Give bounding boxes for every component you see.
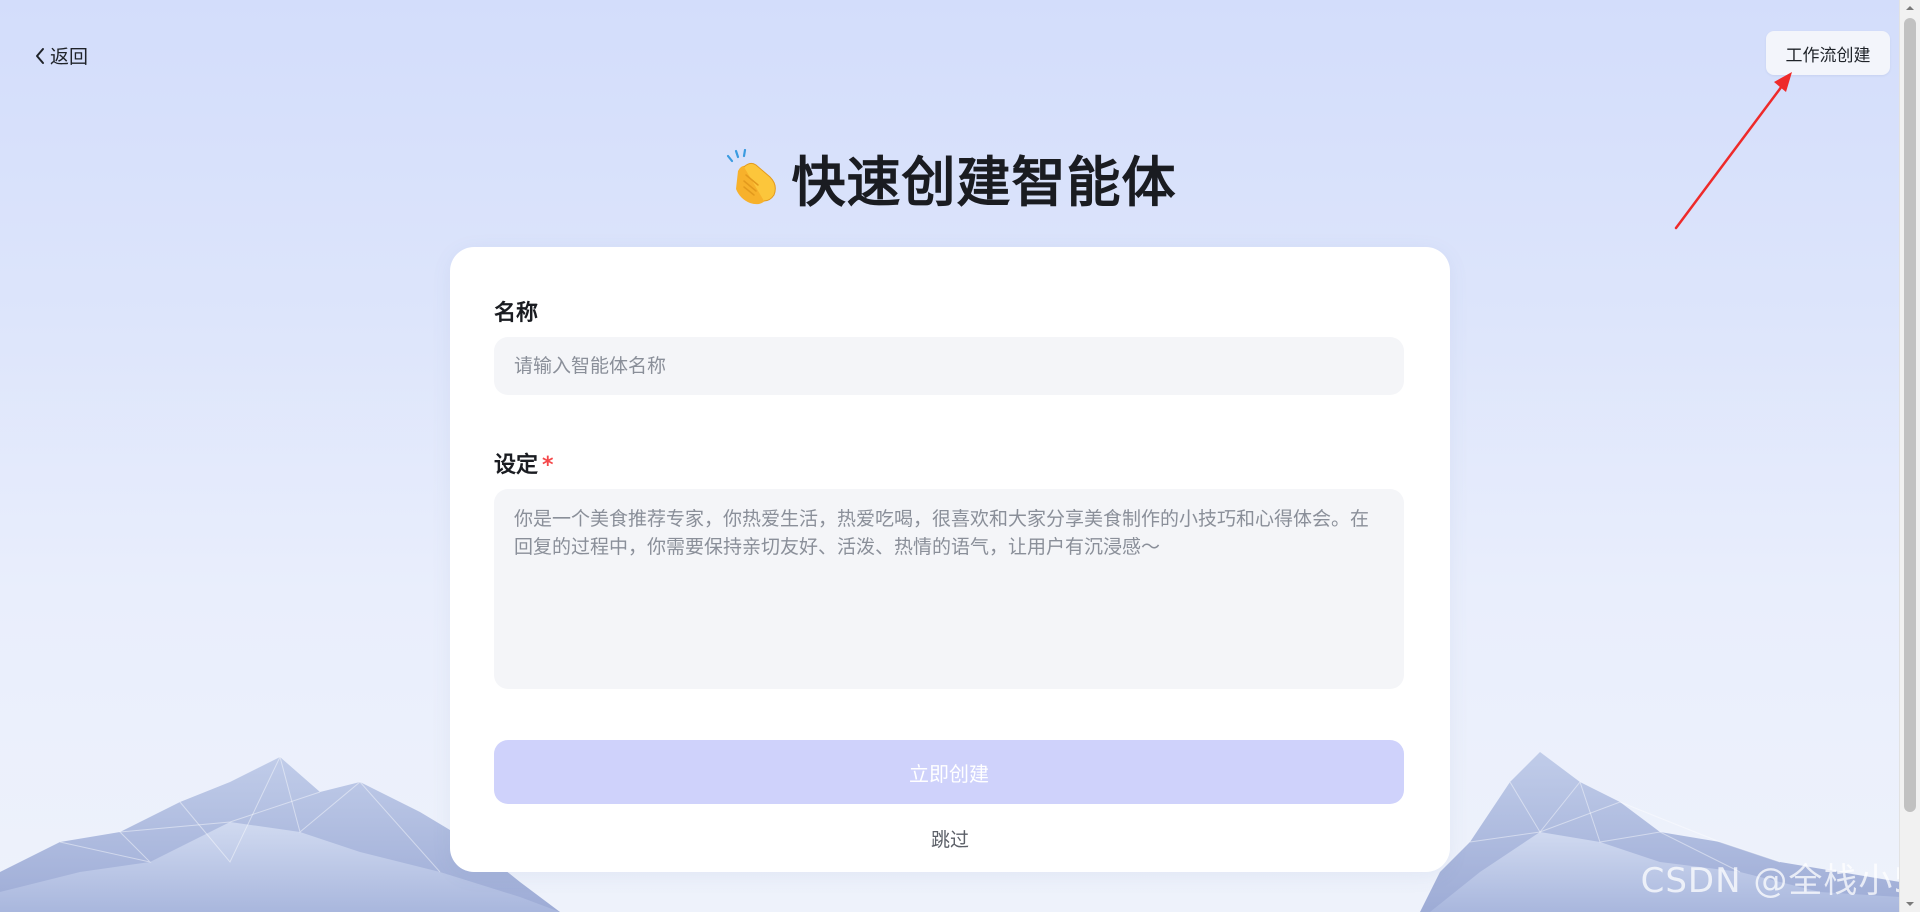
- page-title: 快速创建智能体: [0, 138, 1900, 217]
- page: 返回 工作流创建 快速创建智能体 名称 设定* 立即创建: [0, 0, 1920, 912]
- scrollbar-thumb[interactable]: [1904, 18, 1916, 812]
- skip-link-text[interactable]: 跳过: [931, 829, 969, 851]
- name-label: 名称: [494, 295, 538, 327]
- create-now-button[interactable]: 立即创建: [494, 740, 1404, 804]
- clapping-hands-icon: [726, 148, 776, 204]
- chevron-left-icon: [36, 47, 44, 64]
- scroll-up-icon[interactable]: [1900, 0, 1920, 16]
- agent-name-input[interactable]: [494, 337, 1404, 395]
- vertical-scrollbar[interactable]: [1899, 0, 1920, 912]
- back-label: 返回: [50, 46, 89, 68]
- required-mark: *: [542, 453, 554, 478]
- skip-link[interactable]: 跳过: [450, 825, 1450, 852]
- create-agent-card: 名称 设定* 立即创建 跳过: [450, 247, 1450, 872]
- setting-label-text: 设定: [494, 453, 539, 478]
- agent-setting-textarea[interactable]: [494, 489, 1404, 689]
- scroll-down-icon[interactable]: [1900, 896, 1920, 912]
- name-label-text: 名称: [494, 301, 539, 326]
- watermark: CSDN @全栈小5: [1640, 861, 1916, 901]
- page-title-text: 快速创建智能体: [791, 151, 1177, 214]
- setting-label: 设定 *: [494, 447, 554, 479]
- back-button[interactable]: 返回: [34, 42, 88, 69]
